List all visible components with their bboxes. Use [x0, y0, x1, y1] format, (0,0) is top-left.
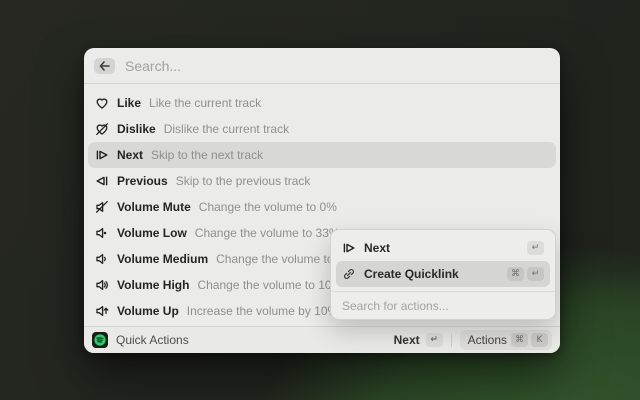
item-title: Volume Low: [117, 226, 187, 240]
speaker-low-icon: [95, 226, 109, 240]
action-item-create-quicklink[interactable]: Create Quicklink ⌘↵: [336, 261, 550, 287]
command-key-badge: ⌘: [511, 333, 528, 347]
heart-icon: [95, 96, 109, 110]
item-title: Like: [117, 96, 141, 110]
key-badge: ⌘: [507, 267, 524, 281]
action-label: Next: [364, 241, 519, 255]
actions-menu-keys: ⌘ K: [511, 333, 548, 347]
item-subtitle: Change the volume to 0%: [199, 200, 337, 214]
item-subtitle: Skip to the previous track: [176, 174, 311, 188]
actions-menu-button[interactable]: Actions ⌘ K: [460, 330, 552, 350]
actions-panel: Next ↵ Create Quicklink ⌘↵ Search for actio…: [330, 229, 556, 320]
item-subtitle: Skip to the next track: [151, 148, 263, 162]
item-title: Next: [117, 148, 143, 162]
key-badge: ↵: [527, 267, 544, 281]
skip-forward-icon: [95, 148, 109, 162]
back-button[interactable]: [94, 58, 115, 74]
spotify-icon: [92, 332, 108, 348]
actions-search-input[interactable]: Search for actions...: [336, 292, 550, 319]
list-item-like[interactable]: Like Like the current track: [88, 90, 556, 116]
actions-panel-items: Next ↵ Create Quicklink ⌘↵: [336, 235, 550, 287]
speaker-medium-icon: [95, 252, 109, 266]
speaker-high-icon: [95, 278, 109, 292]
search-input[interactable]: [125, 58, 550, 74]
command-palette-window: LikeLike the current trackDislikeDislike…: [84, 48, 560, 353]
item-subtitle: Change the volume to 100%: [197, 278, 348, 292]
item-title: Volume High: [117, 278, 189, 292]
search-bar: [84, 48, 560, 84]
actions-menu-label: Actions: [468, 333, 507, 347]
primary-action-button[interactable]: Next ↵: [394, 333, 443, 347]
arrow-left-icon: [99, 61, 110, 71]
speaker-up-icon: [95, 304, 109, 318]
item-title: Dislike: [117, 122, 156, 136]
footer-separator: [451, 334, 452, 347]
item-title: Previous: [117, 174, 168, 188]
action-keys: ↵: [527, 241, 544, 255]
action-keys: ⌘↵: [507, 267, 544, 281]
item-title: Volume Medium: [117, 252, 208, 266]
item-title: Volume Up: [117, 304, 179, 318]
action-item-next[interactable]: Next ↵: [336, 235, 550, 261]
speaker-mute-icon: [95, 200, 109, 214]
app-chip: Quick Actions: [92, 332, 189, 348]
skip-back-icon: [95, 174, 109, 188]
list-item-dislike[interactable]: Dislike Dislike the current track: [88, 116, 556, 142]
list-item-volume-mute[interactable]: Volume Mute Change the volume to 0%: [88, 194, 556, 220]
item-subtitle: Dislike the current track: [164, 122, 289, 136]
key-badge: ↵: [527, 241, 544, 255]
primary-action-label: Next: [394, 333, 420, 347]
footer-app-label: Quick Actions: [116, 333, 189, 347]
enter-key-badge: ↵: [426, 333, 443, 347]
footer-bar: Quick Actions Next ↵ Actions ⌘ K: [84, 326, 560, 353]
desktop-wallpaper: LikeLike the current trackDislikeDislike…: [0, 0, 640, 400]
heart-slash-icon: [95, 122, 109, 136]
item-subtitle: Increase the volume by 10%: [187, 304, 338, 318]
link-icon: [342, 267, 356, 281]
item-subtitle: Like the current track: [149, 96, 261, 110]
item-subtitle: Change the volume to 33%: [195, 226, 340, 240]
item-title: Volume Mute: [117, 200, 191, 214]
list-item-next[interactable]: Next Skip to the next track: [88, 142, 556, 168]
k-key-badge: K: [531, 333, 548, 347]
list-item-previous[interactable]: Previous Skip to the previous track: [88, 168, 556, 194]
action-label: Create Quicklink: [364, 267, 499, 281]
skip-forward-icon: [342, 241, 356, 255]
